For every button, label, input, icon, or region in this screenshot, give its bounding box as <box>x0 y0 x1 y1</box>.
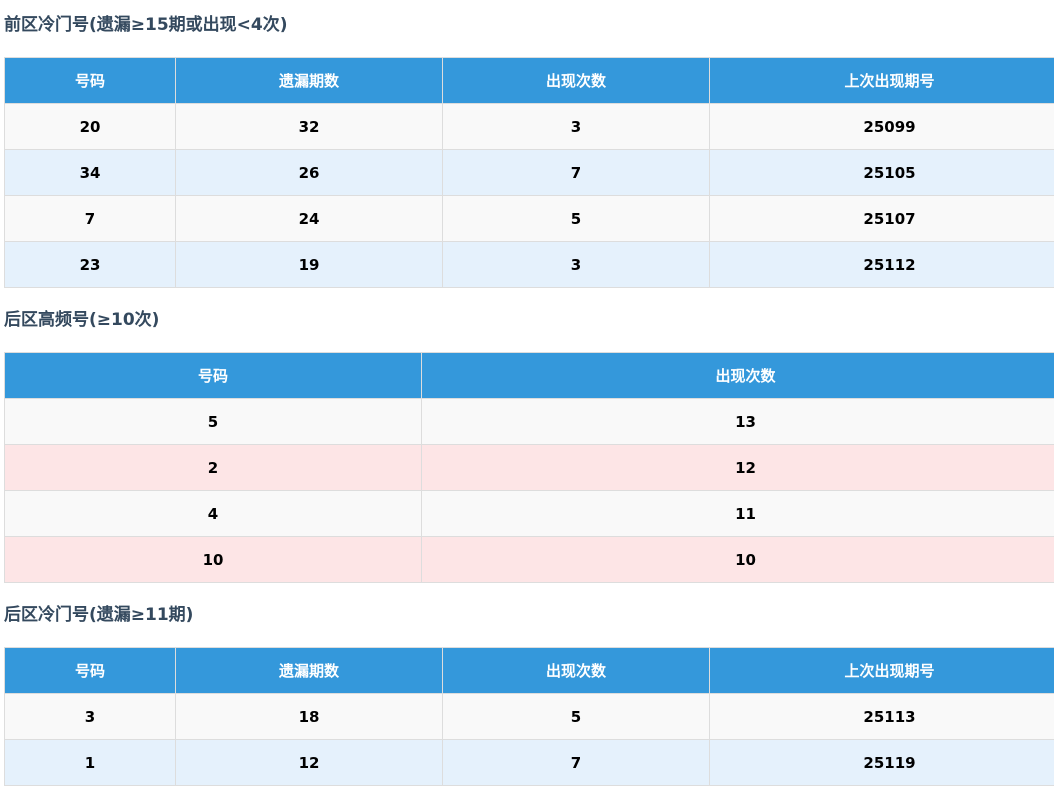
column-header-missed-periods[interactable]: 遗漏期数 <box>176 58 443 104</box>
table-cell: 3 <box>5 694 176 740</box>
table-cell: 25119 <box>710 740 1054 786</box>
table-header-row: 号码 遗漏期数 出现次数 上次出现期号 <box>5 648 1054 694</box>
column-header-number[interactable]: 号码 <box>5 58 176 104</box>
table-cell: 4 <box>5 491 422 537</box>
table-row: 112725119 <box>5 740 1054 786</box>
table-cell: 7 <box>443 150 710 196</box>
table-cell: 25113 <box>710 694 1054 740</box>
table-cell: 13 <box>422 399 1054 445</box>
back-hot-numbers-title: 后区高频号(≥10次) <box>4 308 159 332</box>
back-cold-numbers-title: 后区冷门号(遗漏≥11期) <box>4 603 193 627</box>
column-header-missed-periods[interactable]: 遗漏期数 <box>176 648 443 694</box>
table-cell: 26 <box>176 150 443 196</box>
table-cell: 12 <box>176 740 443 786</box>
front-cold-numbers-table: 号码 遗漏期数 出现次数 上次出现期号 20323250993426725105… <box>4 57 1054 288</box>
table-cell: 23 <box>5 242 176 288</box>
table-row: 2032325099 <box>5 104 1054 150</box>
table-cell: 2 <box>5 445 422 491</box>
table-row: 513 <box>5 399 1054 445</box>
table-cell: 5 <box>443 196 710 242</box>
column-header-occurrences[interactable]: 出现次数 <box>443 58 710 104</box>
column-header-occurrences[interactable]: 出现次数 <box>443 648 710 694</box>
column-header-number[interactable]: 号码 <box>5 648 176 694</box>
table-cell: 10 <box>422 537 1054 583</box>
table-cell: 11 <box>422 491 1054 537</box>
back-cold-numbers-table: 号码 遗漏期数 出现次数 上次出现期号 318525113112725119 <box>4 647 1054 786</box>
table-header-row: 号码 遗漏期数 出现次数 上次出现期号 <box>5 58 1054 104</box>
column-header-number[interactable]: 号码 <box>5 353 422 399</box>
table-cell: 19 <box>176 242 443 288</box>
table-cell: 25107 <box>710 196 1054 242</box>
table-cell: 25099 <box>710 104 1054 150</box>
column-header-occurrences[interactable]: 出现次数 <box>422 353 1054 399</box>
table-cell: 5 <box>5 399 422 445</box>
table-row: 411 <box>5 491 1054 537</box>
table-row: 318525113 <box>5 694 1054 740</box>
table-cell: 12 <box>422 445 1054 491</box>
table-row: 724525107 <box>5 196 1054 242</box>
column-header-last-period[interactable]: 上次出现期号 <box>710 648 1054 694</box>
table-row: 212 <box>5 445 1054 491</box>
table-cell: 5 <box>443 694 710 740</box>
table-header-row: 号码 出现次数 <box>5 353 1054 399</box>
column-header-last-period[interactable]: 上次出现期号 <box>710 58 1054 104</box>
table-cell: 34 <box>5 150 176 196</box>
table-cell: 10 <box>5 537 422 583</box>
table-cell: 1 <box>5 740 176 786</box>
table-cell: 25105 <box>710 150 1054 196</box>
table-cell: 3 <box>443 104 710 150</box>
table-cell: 18 <box>176 694 443 740</box>
table-row: 1010 <box>5 537 1054 583</box>
table-cell: 25112 <box>710 242 1054 288</box>
table-cell: 3 <box>443 242 710 288</box>
table-cell: 32 <box>176 104 443 150</box>
back-hot-numbers-table: 号码 出现次数 5132124111010 <box>4 352 1054 583</box>
table-cell: 24 <box>176 196 443 242</box>
front-cold-numbers-title: 前区冷门号(遗漏≥15期或出现<4次) <box>4 13 288 37</box>
table-row: 3426725105 <box>5 150 1054 196</box>
table-row: 2319325112 <box>5 242 1054 288</box>
table-cell: 20 <box>5 104 176 150</box>
table-cell: 7 <box>443 740 710 786</box>
table-cell: 7 <box>5 196 176 242</box>
